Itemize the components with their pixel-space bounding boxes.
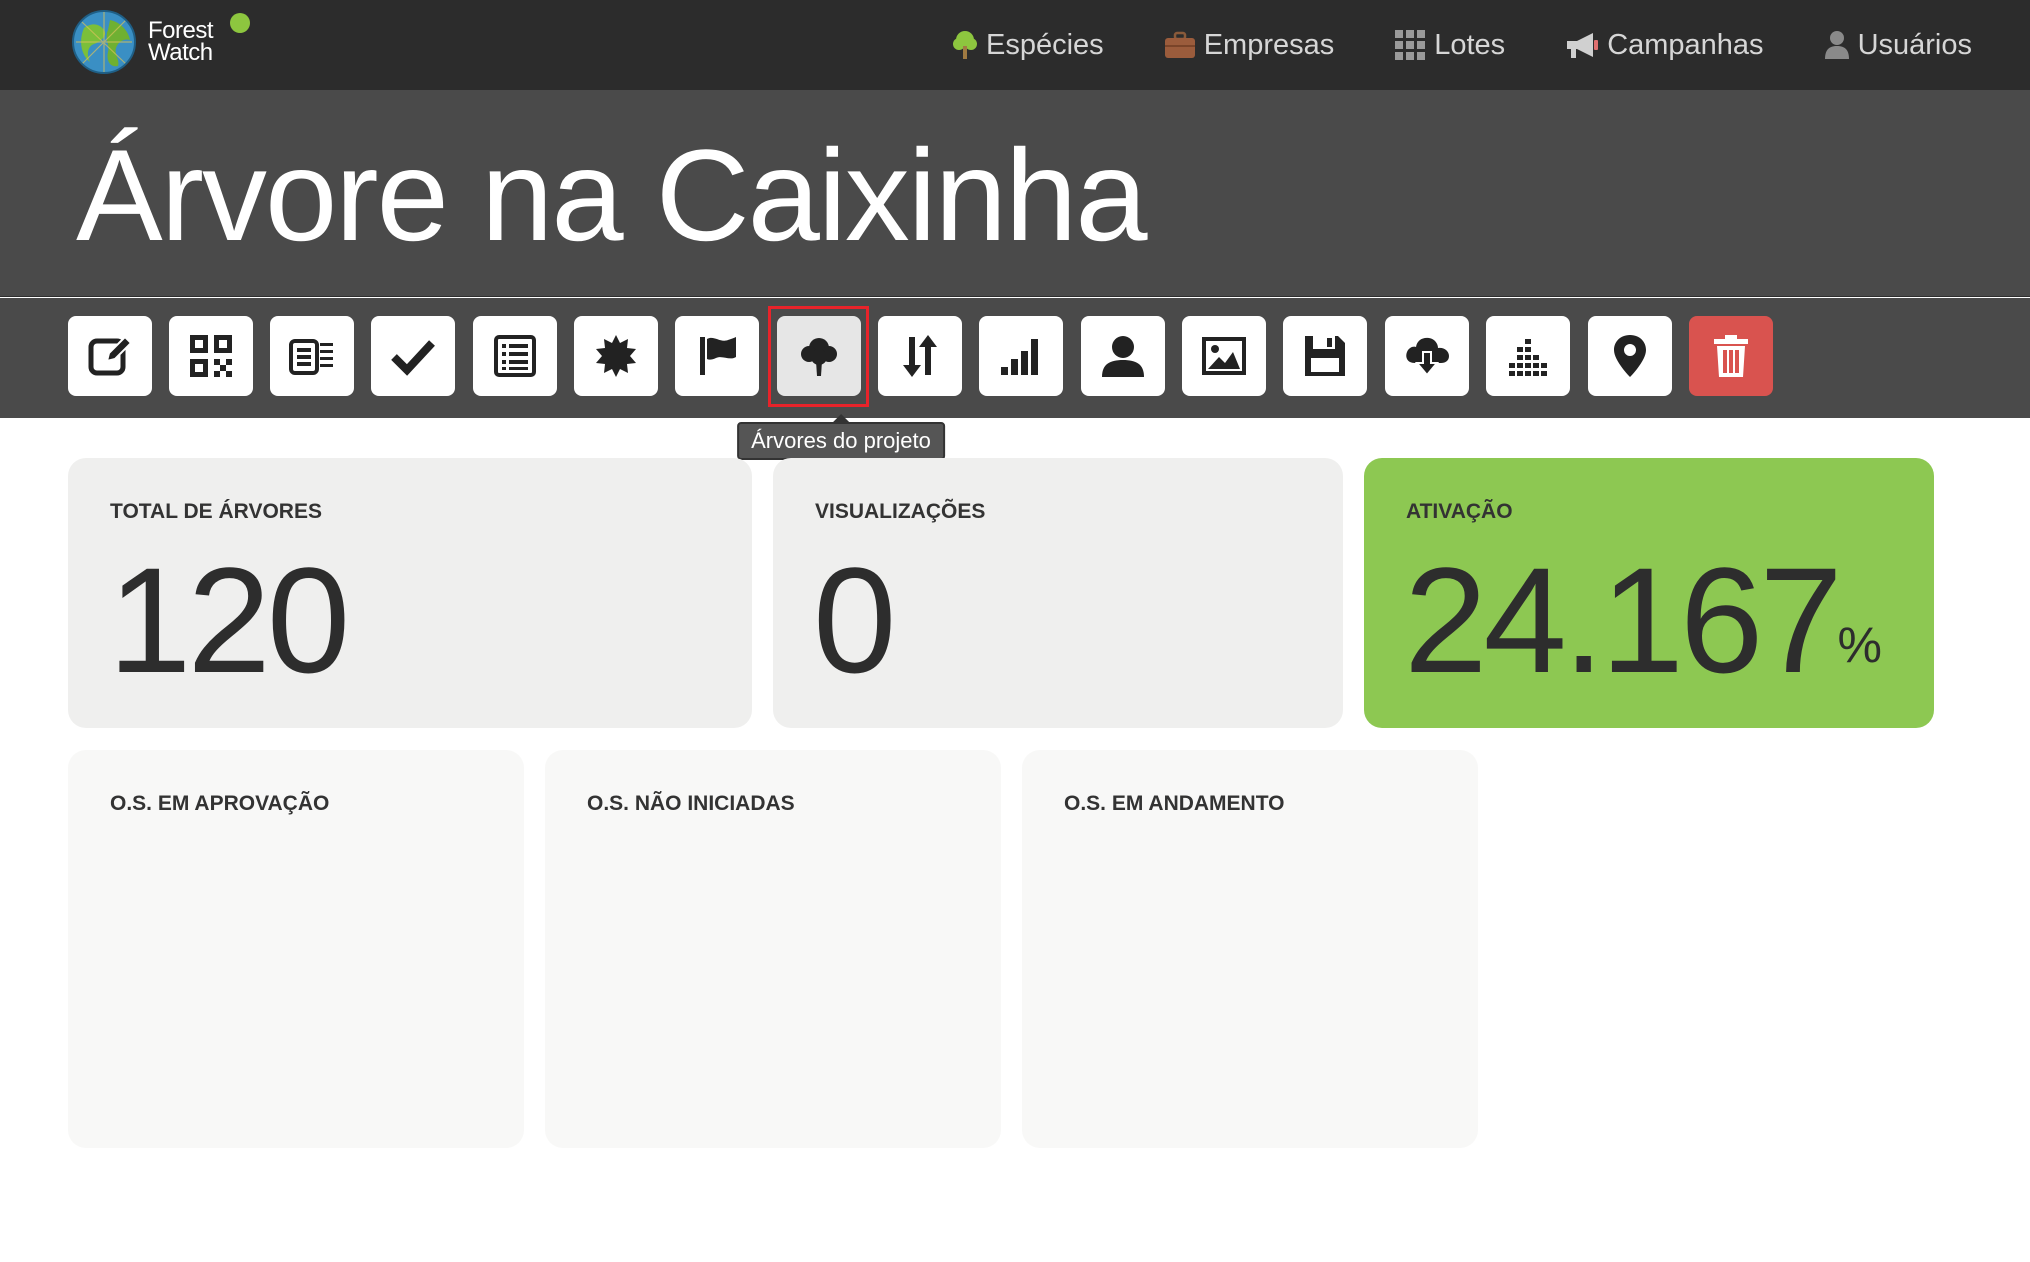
project-trees-button[interactable]	[777, 316, 861, 396]
card-label: ATIVAÇÃO	[1406, 500, 1513, 523]
tooltip: Árvores do projeto	[737, 414, 945, 460]
nav-especies[interactable]: Espécies	[952, 29, 1104, 62]
nav-usuarios[interactable]: Usuários	[1824, 29, 1972, 62]
stacked-chart-icon	[1509, 339, 1547, 376]
barcode-list-button[interactable]	[270, 316, 354, 396]
user-icon	[1824, 31, 1849, 59]
os-not-started-card: O.S. NÃO INICIADAS	[545, 750, 1001, 1148]
status-dot	[230, 13, 250, 33]
card-label: TOTAL DE ÁRVORES	[110, 500, 322, 523]
delete-button[interactable]	[1689, 316, 1773, 396]
card-label: O.S. EM APROVAÇÃO	[110, 792, 330, 815]
user-icon	[1102, 336, 1144, 377]
globe-icon	[72, 10, 136, 74]
edit-icon	[88, 335, 133, 376]
list-button[interactable]	[473, 316, 557, 396]
list-icon	[494, 335, 536, 377]
certificate-button[interactable]	[574, 316, 658, 396]
os-in-progress-card: O.S. EM ANDAMENTO	[1022, 750, 1478, 1148]
approve-button[interactable]	[371, 316, 455, 396]
sort-button[interactable]	[878, 316, 962, 396]
tree-icon	[953, 31, 978, 59]
grid-icon	[1395, 30, 1426, 60]
nav-lotes-label: Lotes	[1434, 28, 1506, 61]
nav-empresas-label: Empresas	[1203, 28, 1335, 61]
image-icon	[1202, 337, 1246, 375]
signal-bars-icon	[1001, 339, 1038, 375]
total-trees-value: 120	[108, 536, 350, 704]
barcode-list-icon	[289, 339, 333, 375]
os-approval-card: O.S. EM APROVAÇÃO	[68, 750, 524, 1148]
nav-campanhas[interactable]: Campanhas	[1565, 28, 1764, 62]
check-icon	[391, 340, 435, 376]
nav-usuarios-label: Usuários	[1857, 28, 1972, 61]
nav-especies-label: Espécies	[986, 28, 1104, 61]
image-button[interactable]	[1182, 316, 1266, 396]
nav-empresas[interactable]: Empresas	[1164, 28, 1335, 62]
save-button[interactable]	[1283, 316, 1367, 396]
total-trees-card: TOTAL DE ÁRVORES 120	[68, 458, 752, 728]
project-toolbar	[0, 298, 2030, 418]
user-button[interactable]	[1081, 316, 1165, 396]
sort-arrows-icon	[903, 335, 937, 377]
statistics-button[interactable]	[979, 316, 1063, 396]
flag-button[interactable]	[675, 316, 759, 396]
main-nav: Espécies Empresas Lotes Campanhas Usuári…	[952, 0, 1972, 90]
nav-campanhas-label: Campanhas	[1607, 28, 1764, 61]
location-button[interactable]	[1588, 316, 1672, 396]
views-value: 0	[813, 536, 896, 704]
qr-code-icon	[190, 335, 232, 377]
edit-button[interactable]	[68, 316, 152, 396]
trash-icon	[1714, 335, 1748, 377]
activation-value: 24.167	[1404, 536, 1843, 704]
qr-code-button[interactable]	[169, 316, 253, 396]
flag-icon	[700, 337, 736, 375]
save-icon	[1305, 336, 1345, 376]
briefcase-icon	[1164, 31, 1195, 58]
project-header: Árvore na Caixinha	[0, 90, 2030, 297]
megaphone-icon	[1567, 33, 1599, 58]
logo-text-line2: Watch	[148, 39, 213, 66]
forest-watch-logo[interactable]: Forest Watch	[70, 8, 250, 80]
cloud-download-icon	[1406, 337, 1449, 377]
card-label: VISUALIZAÇÕES	[815, 500, 986, 523]
tree-icon	[801, 338, 837, 376]
card-label: O.S. NÃO INICIADAS	[587, 792, 795, 815]
activation-unit: %	[1837, 617, 1882, 673]
cloud-download-button[interactable]	[1385, 316, 1469, 396]
certificate-icon	[596, 335, 636, 377]
views-card: VISUALIZAÇÕES 0	[773, 458, 1343, 728]
distribution-chart-button[interactable]	[1486, 316, 1570, 396]
top-navbar: Forest Watch Espécies Empresas Lotes Cam…	[0, 0, 2030, 90]
activation-card: ATIVAÇÃO 24.167 %	[1364, 458, 1934, 728]
nav-lotes[interactable]: Lotes	[1394, 29, 1505, 62]
map-marker-icon	[1614, 335, 1646, 377]
card-label: O.S. EM ANDAMENTO	[1064, 792, 1285, 815]
page-title: Árvore na Caixinha	[76, 122, 1148, 268]
